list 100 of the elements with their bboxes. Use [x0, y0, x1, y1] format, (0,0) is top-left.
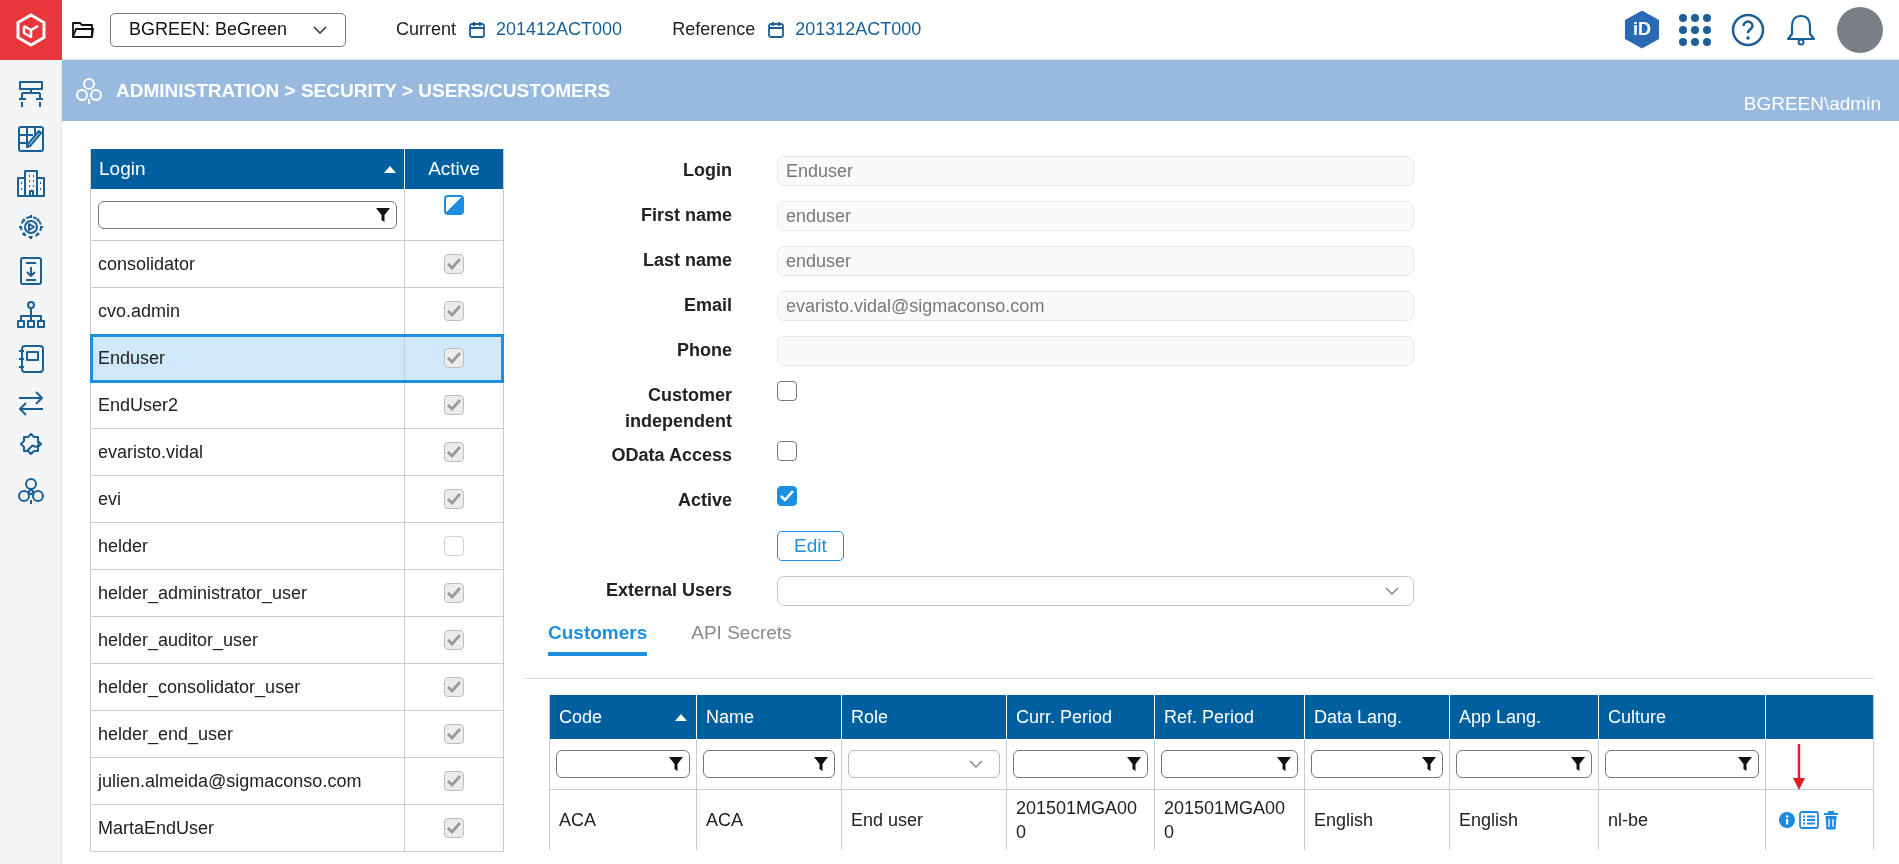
login-cell-text: julien.almeida@sigmaconso.com — [98, 770, 362, 793]
field-label: Phone — [677, 340, 732, 360]
user-row[interactable]: evaristo.vidal — [91, 429, 503, 476]
field-label: Email — [683, 295, 732, 315]
table-cell-text: ACA — [706, 809, 743, 832]
id-badge[interactable]: iD — [1625, 10, 1659, 49]
user-row[interactable]: Enduser — [91, 335, 503, 382]
filter-field[interactable] — [556, 750, 690, 778]
checkbox[interactable] — [444, 489, 464, 509]
avatar[interactable] — [1837, 6, 1883, 53]
field-label: First name — [640, 205, 732, 225]
filter-field[interactable] — [1605, 750, 1759, 778]
checkbox[interactable] — [444, 395, 464, 415]
edit-grid-icon[interactable] — [15, 124, 46, 154]
user-row[interactable]: helder_end_user — [91, 711, 503, 758]
trash-icon[interactable] — [1823, 810, 1839, 830]
column-header[interactable]: Culture — [1598, 695, 1765, 739]
login-cell-text: helder_administrator_user — [98, 582, 308, 606]
filter-field[interactable] — [1013, 750, 1148, 778]
column-header[interactable]: Name — [696, 695, 841, 739]
buildings-icon[interactable] — [15, 168, 46, 198]
checkbox[interactable] — [444, 677, 464, 697]
checkbox[interactable] — [444, 442, 464, 462]
info-icon[interactable] — [1779, 812, 1795, 828]
column-header[interactable]: Role — [841, 695, 1006, 739]
tab[interactable]: API Secrets — [691, 614, 792, 656]
app-logo[interactable] — [0, 0, 62, 60]
filter-checkbox[interactable] — [444, 195, 464, 215]
dropdown-field[interactable] — [777, 576, 1414, 606]
chevron-down-icon — [313, 25, 327, 34]
checkbox[interactable] — [444, 301, 464, 321]
user-row[interactable]: MartaEndUser — [91, 805, 503, 852]
filter-icon[interactable] — [1277, 757, 1291, 771]
filter-icon[interactable] — [814, 757, 828, 771]
user-row[interactable]: helder_consolidator_user — [91, 664, 503, 711]
filter-icon[interactable] — [669, 757, 683, 771]
table-cell-text: ACA — [559, 809, 596, 832]
checkbox[interactable] — [777, 441, 797, 461]
edit-button[interactable]: Edit — [777, 531, 844, 561]
column-header[interactable]: Ref. Period — [1154, 695, 1304, 739]
help-icon[interactable] — [1731, 12, 1765, 47]
text-field[interactable]: enduser — [777, 201, 1414, 231]
folder-icon[interactable] — [72, 20, 94, 39]
login-cell-text: evi — [98, 488, 121, 511]
checkbox[interactable] — [444, 348, 464, 368]
bell-icon[interactable] — [1785, 12, 1817, 47]
field-label: Active — [677, 490, 732, 510]
filter-icon[interactable] — [376, 207, 390, 222]
checkbox[interactable] — [777, 486, 797, 506]
checkbox[interactable] — [444, 583, 464, 603]
filter-field[interactable] — [703, 750, 835, 778]
calendar-icon[interactable] — [468, 20, 487, 39]
filter-field[interactable] — [1456, 750, 1592, 778]
project-dropdown[interactable]: BGREEN: BeGreen — [110, 12, 346, 47]
login-cell-text: helder_auditor_user — [98, 629, 259, 653]
checkbox[interactable] — [444, 724, 464, 744]
column-header[interactable]: Login — [91, 149, 404, 189]
checkbox[interactable] — [444, 254, 464, 274]
column-header[interactable]: Curr. Period — [1006, 695, 1154, 739]
filter-icon[interactable] — [1127, 757, 1141, 771]
filter-field[interactable] — [1311, 750, 1443, 778]
user-row[interactable]: helder_administrator_user — [91, 570, 503, 617]
fan-icon[interactable] — [15, 476, 46, 506]
login-cell-text: EndUser2 — [98, 394, 179, 417]
tab[interactable]: Customers — [548, 614, 648, 656]
column-header[interactable]: App Lang. — [1449, 695, 1598, 739]
login-cell-text: Enduser — [98, 347, 166, 370]
column-header[interactable]: Data Lang. — [1304, 695, 1449, 739]
field-label: External Users — [605, 580, 732, 600]
text-field[interactable]: Enduser — [777, 156, 1414, 186]
checkbox[interactable] — [777, 381, 797, 401]
checkbox[interactable] — [444, 630, 464, 650]
checkbox[interactable] — [444, 771, 464, 791]
text-field[interactable]: enduser — [777, 246, 1414, 276]
column-header[interactable]: Code — [550, 695, 696, 739]
filter-icon[interactable] — [1571, 757, 1585, 771]
user-row[interactable]: EndUser2 — [91, 382, 503, 429]
text-field[interactable]: evaristo.vidal@sigmaconso.com — [777, 291, 1414, 321]
field-label: Customer independent — [625, 385, 732, 431]
user-row[interactable]: julien.almeida@sigmaconso.com — [91, 758, 503, 805]
filter-field[interactable] — [1161, 750, 1298, 778]
user-row[interactable]: helder_auditor_user — [91, 617, 503, 664]
text-field[interactable] — [777, 336, 1414, 366]
breadcrumb: ADMINISTRATION > SECURITY > USERS/CUSTOMERS — [116, 79, 611, 102]
filter-icon[interactable] — [1422, 757, 1436, 771]
hierarchy-icon[interactable] — [15, 300, 46, 330]
checkbox[interactable] — [444, 818, 464, 838]
login-cell-text: MartaEndUser — [98, 817, 215, 840]
user-row[interactable]: evi — [91, 476, 503, 523]
user-row[interactable]: helder — [91, 523, 503, 570]
reference-period-link[interactable]: 201312ACT000 — [795, 19, 922, 40]
current-period-link[interactable]: 201412ACT000 — [496, 19, 623, 40]
calendar-icon[interactable] — [767, 20, 786, 39]
apps-grid-icon[interactable] — [1679, 13, 1711, 46]
filter-icon[interactable] — [1738, 757, 1752, 771]
table-cell-text: nl-be — [1608, 809, 1649, 832]
list-icon[interactable] — [1799, 811, 1819, 829]
filter-field[interactable] — [98, 200, 397, 229]
user-row[interactable]: consolidator — [91, 241, 503, 288]
column-header[interactable]: Active — [404, 149, 503, 189]
